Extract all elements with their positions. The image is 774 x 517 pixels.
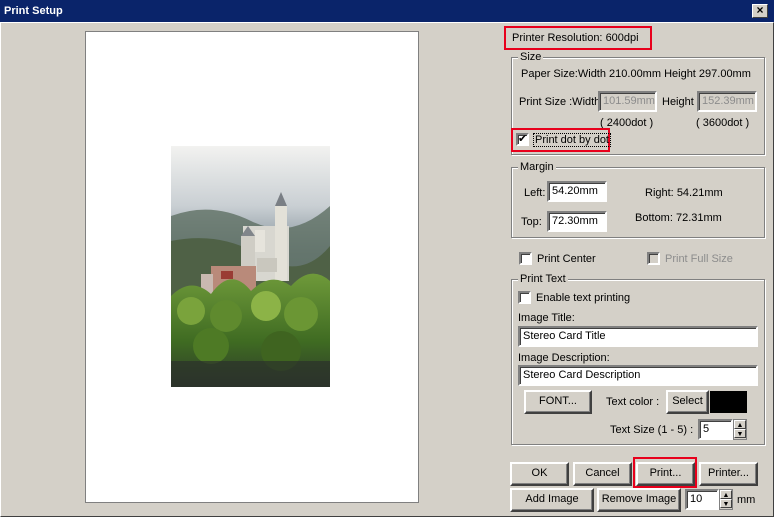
margin-left-field[interactable]: 54.20mm: [547, 181, 607, 202]
image-description-field[interactable]: Stereo Card Description: [518, 365, 758, 386]
image-spacing-stepper[interactable]: ▲ ▼: [719, 489, 733, 510]
margin-top-label: Top:: [521, 216, 542, 228]
text-size-label: Text Size (1 - 5) :: [610, 424, 694, 436]
print-full-size-label[interactable]: Print Full Size: [665, 252, 733, 266]
margin-right-value: 54.21mm: [676, 187, 723, 199]
image-spacing-field[interactable]: 10: [685, 489, 719, 510]
margin-right-label: Right:: [645, 187, 674, 199]
margin-right: Right: 54.21mm: [645, 186, 723, 200]
window-title: Print Setup: [4, 5, 63, 17]
enable-text-printing-label[interactable]: Enable text printing: [536, 291, 630, 305]
image-title-label: Image Title:: [518, 312, 575, 324]
print-size-height-label: Height: [662, 96, 694, 108]
image-title-field[interactable]: Stereo Card Title: [518, 326, 758, 347]
close-icon: ×: [756, 3, 764, 17]
add-image-button[interactable]: Add Image: [510, 488, 594, 512]
print-text-legend: Print Text: [518, 273, 568, 285]
spacing-down-icon[interactable]: ▼: [720, 499, 732, 508]
margin-top-field[interactable]: 72.30mm: [547, 211, 607, 232]
remove-image-button[interactable]: Remove Image: [597, 488, 681, 512]
preview-image: [171, 146, 330, 387]
print-height-field[interactable]: 152.39mm: [697, 91, 757, 112]
text-color-swatch: [710, 391, 747, 413]
print-center-checkbox[interactable]: [519, 252, 532, 265]
select-color-button[interactable]: Select: [666, 390, 709, 414]
print-button[interactable]: Print...: [636, 462, 695, 486]
title-bar: Print Setup: [0, 0, 774, 22]
ok-button[interactable]: OK: [510, 462, 569, 486]
printer-resolution-value: 600dpi: [605, 32, 639, 44]
print-dot-by-dot-checkbox[interactable]: ✔: [516, 133, 529, 146]
text-size-stepper[interactable]: ▲ ▼: [733, 419, 747, 440]
text-color-label: Text color :: [606, 396, 660, 408]
spin-down-icon[interactable]: ▼: [734, 429, 746, 438]
printer-resolution: Printer Resolution: 600dpi: [512, 31, 639, 45]
enable-text-printing-checkbox[interactable]: [518, 291, 531, 304]
print-size-width-label: Print Size :Width: [519, 96, 601, 108]
print-dot-by-dot-label[interactable]: Print dot by dot: [533, 133, 611, 147]
margin-left-label: Left:: [524, 187, 546, 199]
margin-bottom: Bottom: 72.31mm: [635, 211, 722, 225]
paper-size-text: Paper Size:Width 210.00mm Height 297.00m…: [521, 68, 751, 80]
printer-resolution-label: Printer Resolution:: [512, 32, 603, 44]
margin-bottom-value: 72.31mm: [675, 212, 722, 224]
height-dots-text: ( 3600dot ): [696, 117, 750, 129]
spacing-up-icon[interactable]: ▲: [720, 490, 732, 499]
spin-up-icon[interactable]: ▲: [734, 420, 746, 429]
image-description-label: Image Description:: [518, 352, 610, 364]
printer-button[interactable]: Printer...: [699, 462, 758, 486]
margin-legend: Margin: [518, 161, 556, 173]
print-full-size-checkbox[interactable]: [647, 252, 660, 265]
print-width-field[interactable]: 101.59mm: [598, 91, 657, 112]
font-button[interactable]: FONT...: [524, 390, 592, 414]
checkmark-icon: ✔: [518, 133, 528, 145]
close-button[interactable]: ×: [752, 4, 768, 18]
margin-bottom-label: Bottom:: [635, 212, 673, 224]
castle-photo-icon: [171, 146, 330, 387]
cancel-button[interactable]: Cancel: [573, 462, 632, 486]
print-center-label[interactable]: Print Center: [537, 252, 596, 266]
size-legend: Size: [518, 51, 544, 63]
spacing-unit-label: mm: [737, 494, 756, 506]
text-size-field[interactable]: 5: [698, 419, 733, 440]
